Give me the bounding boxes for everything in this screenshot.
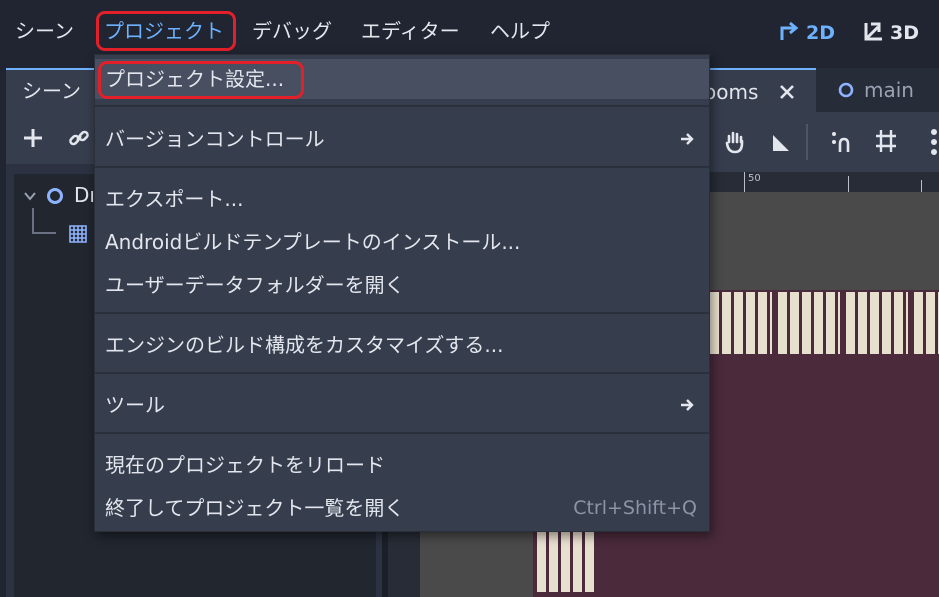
menu-item-install-android-template[interactable]: Androidビルドテンプレートのインストール... (95, 222, 709, 262)
menu-item-tools[interactable]: ツール (95, 385, 709, 425)
close-icon[interactable] (778, 83, 796, 101)
menu-item-label: エンジンのビルド構成をカスタマイズする... (105, 333, 504, 357)
menu-item-label: ユーザーデータフォルダーを開く (105, 273, 405, 297)
menu-separator (95, 312, 709, 314)
menu-item-version-control[interactable]: バージョンコントロール (95, 119, 709, 159)
more-options-icon[interactable] (930, 128, 938, 156)
tile-column (537, 528, 597, 592)
workspace-2d-label: 2D (806, 22, 835, 44)
3d-icon (864, 22, 882, 41)
menu-separator (95, 166, 709, 168)
workspace-3d-label: 3D (890, 22, 919, 44)
menu-separator (95, 105, 709, 107)
link-icon[interactable] (68, 127, 90, 149)
menu-item-label: ツール (105, 393, 165, 417)
menu-item-reload-project[interactable]: 現在のプロジェクトをリロード (95, 445, 709, 485)
menu-editor[interactable]: エディター (361, 16, 460, 46)
2d-icon (780, 21, 799, 40)
tilemap-icon (69, 225, 87, 243)
tree-line (32, 232, 56, 234)
menu-separator (95, 432, 709, 434)
menu-item-label: 終了してプロジェクト一覧を開く (105, 496, 405, 520)
add-node-icon[interactable] (22, 127, 44, 149)
top-menu-bar: シーン プロジェクト デバッグ エディター ヘルプ 2D 3D (0, 0, 939, 62)
menu-item-label: Androidビルドテンプレートのインストール... (105, 230, 521, 254)
tab-main[interactable]: main (834, 68, 939, 112)
ruler-tool-icon[interactable] (770, 132, 792, 154)
shortcut-label: Ctrl+Shift+Q (573, 497, 697, 519)
menu-item-quit-to-project-list[interactable]: 終了してプロジェクト一覧を開く Ctrl+Shift+Q (95, 488, 709, 528)
menu-item-customize-engine-build[interactable]: エンジンのビルド構成をカスタマイズする... (95, 325, 709, 365)
tile (914, 292, 939, 354)
smart-snap-icon[interactable] (830, 130, 852, 154)
ruler-label: 50 (748, 173, 761, 184)
menu-separator (95, 372, 709, 374)
tab-rooms-label: ooms (704, 80, 759, 104)
tile (778, 292, 840, 354)
tab-scene[interactable]: シーン (6, 68, 106, 110)
workspace-3d-button[interactable]: 3D (862, 18, 919, 48)
tile (846, 292, 908, 354)
ruler-tick (848, 176, 849, 192)
menu-item-label: 現在のプロジェクトをリロード (105, 453, 385, 477)
menu-item-open-user-data-folder[interactable]: ユーザーデータフォルダーを開く (95, 265, 709, 305)
node2d-icon (838, 82, 854, 98)
menu-item-label: エクスポート... (105, 187, 244, 211)
project-menu-popup: プロジェクト設定... バージョンコントロール エクスポート... Androi… (94, 54, 710, 532)
root-node-label[interactable]: Dı (74, 183, 95, 207)
menu-item-export[interactable]: エクスポート... (95, 179, 709, 219)
ruler-major-tick (744, 172, 745, 192)
chevron-down-icon[interactable] (24, 191, 36, 201)
menu-help[interactable]: ヘルプ (490, 16, 550, 46)
menu-debug[interactable]: デバッグ (252, 16, 332, 46)
ruler-tick (921, 180, 922, 192)
tab-main-label: main (864, 78, 914, 102)
workspace-2d-button[interactable]: 2D (778, 18, 835, 48)
project-settings-highlight (98, 61, 304, 99)
arrow-right-icon (681, 133, 694, 145)
tile (537, 528, 597, 592)
menu-item-label: バージョンコントロール (105, 127, 325, 151)
toolbar-separator (806, 124, 808, 160)
pan-hand-icon[interactable] (724, 130, 746, 154)
tile (710, 292, 772, 354)
menu-scene[interactable]: シーン (15, 16, 74, 46)
project-menu-highlight (96, 11, 236, 51)
arrow-right-icon (681, 399, 694, 411)
tile-row (710, 292, 939, 354)
tree-line (32, 208, 34, 234)
node2d-icon (47, 188, 63, 204)
grid-snap-icon[interactable] (874, 128, 898, 154)
